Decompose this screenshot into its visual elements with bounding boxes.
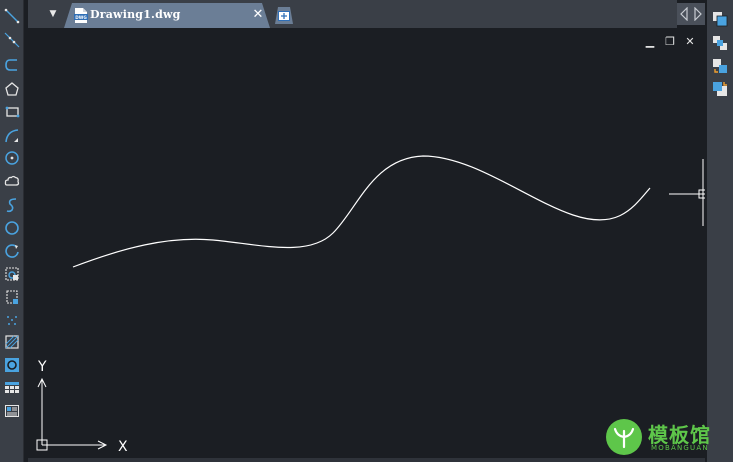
ucs-axis-icon: Y X: [36, 359, 128, 455]
tab-drawing1[interactable]: DWG Drawing1.dwg ✕: [64, 3, 270, 28]
tab-title: Drawing1.dwg: [90, 8, 181, 21]
ucs-x-label: X: [118, 439, 128, 455]
watermark-subtitle: MOBANGUAN: [651, 444, 709, 452]
scroll-right-icon[interactable]: [693, 7, 703, 21]
insert-block-icon[interactable]: [2, 264, 22, 284]
crosshair-cursor: [669, 159, 705, 226]
hatch-icon[interactable]: [2, 332, 22, 352]
point-icon[interactable]: [2, 310, 22, 330]
new-tab-button[interactable]: [275, 7, 293, 24]
polyline-icon[interactable]: [2, 55, 22, 75]
table-icon[interactable]: [2, 378, 22, 398]
cad-application: ▼ DWG Drawing1.dwg ✕ ▁ ❐ ✕ Y X 模板馆 MOBAN…: [0, 0, 733, 462]
watermark-logo-icon: [606, 419, 642, 455]
dwg-badge: DWG: [75, 15, 87, 20]
spline-icon[interactable]: [2, 195, 22, 215]
send-under-icon[interactable]: [710, 79, 730, 99]
drawing-canvas[interactable]: ▁ ❐ ✕ Y X: [28, 28, 705, 462]
tab-scroll-controls: [677, 3, 705, 25]
spline-curve[interactable]: [72, 155, 651, 268]
new-drawing-icon: [278, 10, 290, 21]
construction-line-icon[interactable]: [2, 30, 22, 50]
model-space: Y X: [36, 155, 705, 455]
line-icon[interactable]: [2, 6, 22, 26]
ellipse-icon[interactable]: [2, 218, 22, 238]
scroll-left-icon[interactable]: [679, 7, 689, 21]
arc-icon[interactable]: [2, 126, 22, 146]
polygon-icon[interactable]: [2, 79, 22, 99]
region-icon[interactable]: [2, 355, 22, 375]
circle-icon[interactable]: [2, 148, 22, 168]
layout-tab-strip: [28, 458, 705, 462]
ucs-y-label: Y: [37, 359, 47, 375]
bring-above-icon[interactable]: [710, 56, 730, 76]
chevron-down-icon: ▼: [49, 9, 57, 19]
draw-order-toolbar: [707, 0, 733, 462]
site-watermark: 模板馆 MOBANGUAN: [604, 417, 724, 457]
ellipse-arc-icon[interactable]: [2, 241, 22, 261]
draw-order-front-icon[interactable]: [710, 9, 730, 29]
draw-toolbar: [0, 0, 24, 462]
dwg-file-icon: DWG: [74, 8, 88, 23]
close-icon[interactable]: ✕: [252, 8, 264, 22]
rectangle-icon[interactable]: [2, 102, 22, 122]
revision-cloud-icon[interactable]: [2, 171, 22, 191]
make-block-icon[interactable]: [2, 287, 22, 307]
multiline-text-icon[interactable]: [2, 401, 22, 421]
tab-list-dropdown-button[interactable]: ▼: [46, 6, 60, 22]
draw-order-back-icon[interactable]: [710, 33, 730, 53]
document-tab-bar: ▼ DWG Drawing1.dwg ✕: [28, 0, 677, 28]
